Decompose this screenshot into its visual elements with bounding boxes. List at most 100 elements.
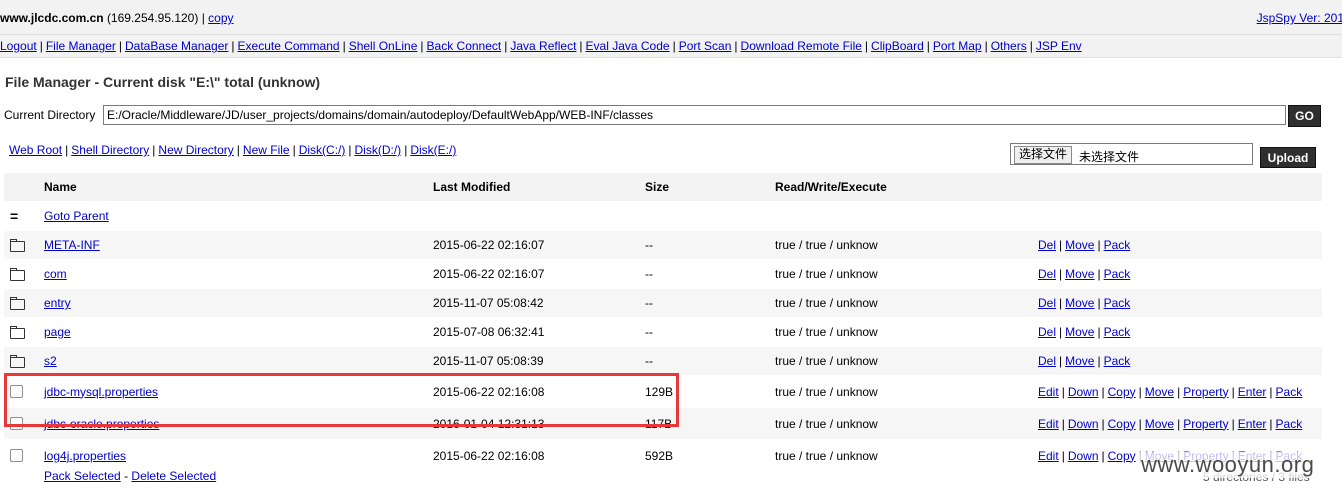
del-link[interactable]: Del xyxy=(1038,354,1056,368)
folder-icon xyxy=(10,347,30,375)
row-actions: Edit|Down|Copy|Move|Property|Enter|Pack xyxy=(1038,408,1302,439)
copy-link[interactable]: Copy xyxy=(1108,417,1136,431)
down-link[interactable]: Down xyxy=(1068,417,1099,431)
pack-link[interactable]: Pack xyxy=(1276,385,1303,399)
shortcut-disk-c[interactable]: Disk(C:/) xyxy=(299,143,346,157)
separator: | xyxy=(504,39,508,53)
separator: | xyxy=(1059,267,1063,281)
pack-link[interactable]: Pack xyxy=(1104,325,1131,339)
size: -- xyxy=(645,325,653,339)
site-info: www.jlcdc.com.cn (169.254.95.120) | copy xyxy=(0,11,234,25)
menu-item-shell-online[interactable]: Shell OnLine xyxy=(349,39,418,53)
menu-item-database-manager[interactable]: DataBase Manager xyxy=(125,39,228,53)
bulk-actions: Pack Selected - Delete Selected xyxy=(44,469,216,483)
del-link[interactable]: Del xyxy=(1038,267,1056,281)
name-cell: jdbc-mysql.properties xyxy=(44,376,158,407)
delete-selected-link[interactable]: Delete Selected xyxy=(131,469,216,483)
permissions: true / true / unknow xyxy=(775,448,878,463)
separator: | xyxy=(39,39,43,53)
menu-item-file-manager[interactable]: File Manager xyxy=(46,39,116,53)
choose-file-button[interactable]: 选择文件 xyxy=(1014,146,1073,164)
menu-item-port-map[interactable]: Port Map xyxy=(933,39,982,53)
pack-link[interactable]: Pack xyxy=(1276,417,1303,431)
pack-selected-link[interactable]: Pack Selected xyxy=(44,469,121,483)
name-cell: s2 xyxy=(44,347,57,375)
shortcut-web-root[interactable]: Web Root xyxy=(9,143,62,157)
file-link[interactable]: jdbc-mysql.properties xyxy=(44,385,158,399)
move-link[interactable]: Move xyxy=(1065,267,1094,281)
menu-item-clipboard[interactable]: ClipBoard xyxy=(871,39,924,53)
select-checkbox-cell xyxy=(10,408,30,439)
copy-link[interactable]: copy xyxy=(208,11,233,25)
size: 129B xyxy=(645,384,674,399)
move-link[interactable]: Move xyxy=(1065,238,1094,252)
folder-link[interactable]: page xyxy=(44,325,71,339)
del-link[interactable]: Del xyxy=(1038,238,1056,252)
select-checkbox[interactable] xyxy=(10,417,23,430)
pack-link[interactable]: Pack xyxy=(1104,354,1131,368)
property-link[interactable]: Property xyxy=(1183,417,1228,431)
upload-button[interactable]: Upload xyxy=(1260,147,1316,168)
menu-item-back-connect[interactable]: Back Connect xyxy=(427,39,502,53)
enter-link[interactable]: Enter xyxy=(1238,417,1267,431)
shortcut-new-directory[interactable]: New Directory xyxy=(158,143,233,157)
del-link[interactable]: Del xyxy=(1038,296,1056,310)
folder-link[interactable]: s2 xyxy=(44,354,57,368)
separator: | xyxy=(1059,296,1063,310)
separator: | xyxy=(1061,448,1065,463)
move-link[interactable]: Move xyxy=(1145,385,1174,399)
menu-item-port-scan[interactable]: Port Scan xyxy=(679,39,732,53)
move-link[interactable]: Move xyxy=(1145,417,1174,431)
copy-link[interactable]: Copy xyxy=(1108,449,1136,463)
go-button[interactable]: GO xyxy=(1288,105,1321,127)
menu-item-execute-command[interactable]: Execute Command xyxy=(238,39,340,53)
pack-link[interactable]: Pack xyxy=(1104,267,1131,281)
size: -- xyxy=(645,354,653,368)
edit-link[interactable]: Edit xyxy=(1038,417,1059,431)
edit-link[interactable]: Edit xyxy=(1038,385,1059,399)
select-checkbox[interactable] xyxy=(10,385,23,398)
property-link[interactable]: Property xyxy=(1183,385,1228,399)
separator: | xyxy=(118,39,122,53)
goto-parent-link[interactable]: Goto Parent xyxy=(44,209,109,223)
shortcut-new-file[interactable]: New File xyxy=(243,143,290,157)
separator: | xyxy=(420,39,424,53)
menu-item-logout[interactable]: Logout xyxy=(0,39,37,53)
folder-icon xyxy=(10,318,30,346)
select-checkbox[interactable] xyxy=(10,449,23,462)
separator: | xyxy=(1101,448,1105,463)
menu-item-eval-java-code[interactable]: Eval Java Code xyxy=(586,39,670,53)
move-link[interactable]: Move xyxy=(1065,296,1094,310)
move-link[interactable]: Move xyxy=(1065,354,1094,368)
current-directory-input[interactable]: E:/Oracle/Middleware/JD/user_projects/do… xyxy=(103,105,1286,125)
pack-link[interactable]: Pack xyxy=(1104,238,1131,252)
menu-item-java-reflect[interactable]: Java Reflect xyxy=(510,39,576,53)
menu-item-jsp-env[interactable]: JSP Env xyxy=(1036,39,1082,53)
pack-link[interactable]: Pack xyxy=(1104,296,1131,310)
size: 592B xyxy=(645,448,674,463)
permissions: true / true / unknow xyxy=(775,238,878,252)
folder-link[interactable]: com xyxy=(44,267,67,281)
folder-link[interactable]: entry xyxy=(44,296,71,310)
folder-link[interactable]: META-INF xyxy=(44,238,100,252)
version-link[interactable]: JspSpy Ver: 201 xyxy=(1257,11,1342,25)
down-link[interactable]: Down xyxy=(1068,449,1099,463)
edit-link[interactable]: Edit xyxy=(1038,449,1059,463)
separator: | xyxy=(65,143,69,157)
row-actions: Del | Move | Pack xyxy=(1038,260,1130,288)
menu-item-download-remote-file[interactable]: Download Remote File xyxy=(741,39,862,53)
copy-link[interactable]: Copy xyxy=(1108,385,1136,399)
menu-item-others[interactable]: Others xyxy=(991,39,1027,53)
enter-link[interactable]: Enter xyxy=(1238,385,1267,399)
down-link[interactable]: Down xyxy=(1068,385,1099,399)
shortcut-shell-directory[interactable]: Shell Directory xyxy=(71,143,149,157)
separator: | xyxy=(1061,384,1065,399)
move-link[interactable]: Move xyxy=(1065,325,1094,339)
file-link[interactable]: log4j.properties xyxy=(44,449,126,463)
file-link[interactable]: jdbc-oracle.properties xyxy=(44,417,159,431)
file-upload-field[interactable]: 选择文件 未选择文件 xyxy=(1010,143,1253,165)
permissions: true / true / unknow xyxy=(775,296,878,310)
del-link[interactable]: Del xyxy=(1038,325,1056,339)
shortcut-disk-d[interactable]: Disk(D:/) xyxy=(355,143,402,157)
shortcut-disk-e[interactable]: Disk(E:/) xyxy=(410,143,456,157)
